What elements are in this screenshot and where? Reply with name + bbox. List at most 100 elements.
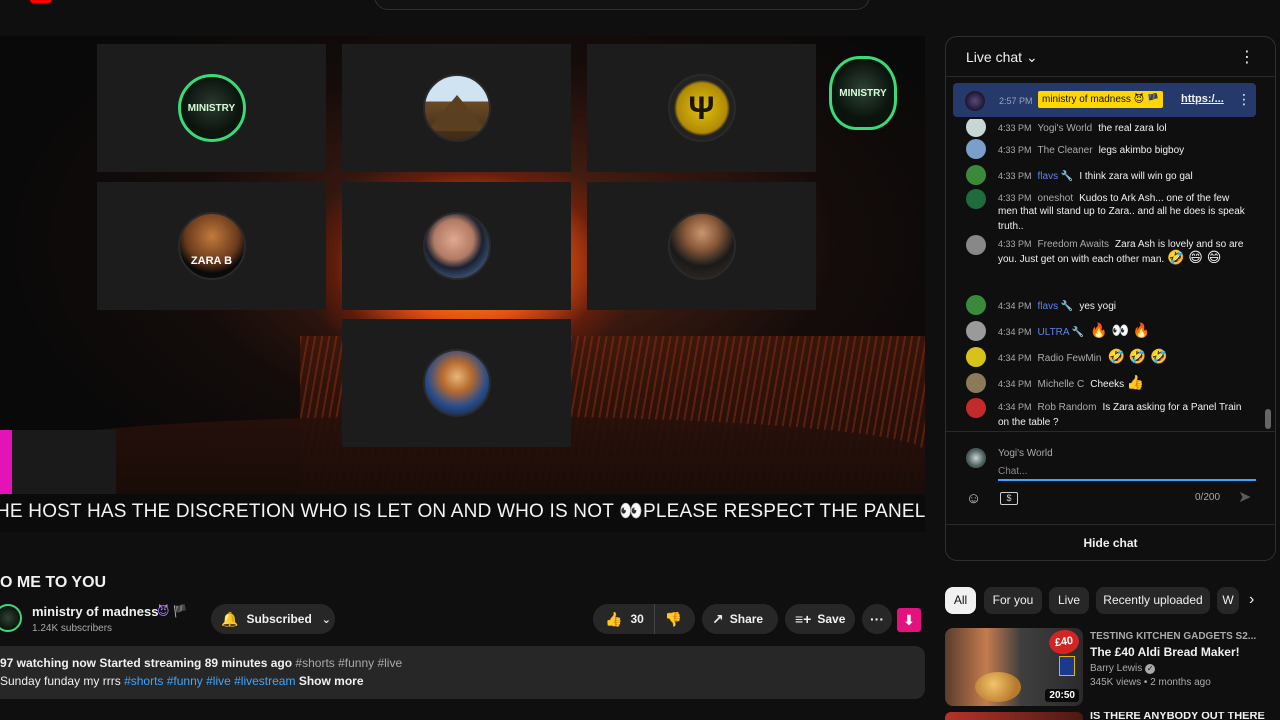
participant-avatar: Ψ bbox=[667, 74, 736, 142]
bell-icon: 🔔 bbox=[221, 610, 239, 627]
subscribed-button[interactable]: 🔔 Subscribed ⌄ bbox=[211, 604, 335, 634]
author-name: Barry Lewis bbox=[1090, 663, 1143, 674]
chat-message-body: 4:34 PM Rob Random Is Zara asking for a Pa… bbox=[998, 401, 1250, 429]
live-chat-panel: Live chat ⌄ ⋮ 2:57 PM ministry of madnes… bbox=[945, 36, 1276, 561]
hide-chat-button[interactable]: Hide chat bbox=[946, 524, 1275, 560]
chat-author[interactable]: Rob Random bbox=[1038, 402, 1097, 413]
subscriber-count: 1.24K subscribers bbox=[32, 623, 113, 634]
participant-tile bbox=[342, 182, 571, 310]
chat-input[interactable] bbox=[998, 463, 1256, 481]
description-box[interactable]: 97 watching now Started streaming 89 min… bbox=[0, 646, 925, 699]
chevron-right-icon[interactable]: › bbox=[1249, 591, 1254, 609]
chat-messages[interactable]: 4:33 PM Yogi's World the real zara lol 4:33… bbox=[946, 119, 1275, 431]
chat-author[interactable]: Michelle C bbox=[1038, 379, 1085, 390]
top-bar bbox=[0, 0, 1280, 12]
share-label: Share bbox=[729, 612, 764, 626]
participant-label: MINISTRY bbox=[187, 102, 236, 114]
chat-message-body: 4:33 PM The Cleaner legs akimbo bigboy bbox=[998, 142, 1250, 157]
send-icon[interactable]: ➤ bbox=[1238, 487, 1251, 507]
show-more-link[interactable]: Show more bbox=[299, 674, 364, 688]
video-title-link[interactable]: IS THERE ANYBODY OUT THERE bbox=[1090, 712, 1265, 720]
pinned-menu-icon[interactable]: ⋮ bbox=[1237, 91, 1251, 108]
pinned-message[interactable]: 2:57 PM ministry of madness 😈 🏴 https:/.… bbox=[953, 83, 1256, 117]
dislike-button[interactable]: 👎 bbox=[655, 611, 682, 628]
chat-author[interactable]: Freedom Awaits bbox=[1038, 239, 1110, 250]
chat-mode-dropdown[interactable]: Live chat ⌄ bbox=[966, 49, 1038, 66]
super-chat-icon[interactable]: $ bbox=[1000, 492, 1018, 505]
video-duration: 20:50 bbox=[1045, 689, 1079, 702]
chat-menu-icon[interactable]: ⋮ bbox=[1239, 47, 1255, 67]
chat-emoji: 👍 bbox=[1126, 374, 1145, 390]
like-count: 30 bbox=[630, 612, 644, 626]
chat-text: Cheeks bbox=[1090, 379, 1127, 390]
chevron-down-icon: ⌄ bbox=[1025, 49, 1038, 65]
chip-all[interactable]: All bbox=[945, 587, 976, 614]
pinned-author-badge: ministry of madness 😈 🏴 bbox=[1038, 91, 1164, 108]
video-player[interactable]: MINISTRY Ψ ZARA B MINISTRY bbox=[0, 36, 925, 530]
participant-avatar bbox=[667, 212, 736, 280]
chat-emoji: 🔥 👀 🔥 bbox=[1090, 322, 1151, 338]
chat-author[interactable]: flavs 🔧 bbox=[1038, 301, 1074, 312]
chat-author-avatar bbox=[966, 189, 986, 209]
playlist-add-icon: ≡+ bbox=[795, 611, 812, 627]
search-input[interactable] bbox=[374, 0, 870, 10]
channel-row: ministry of madness 😈 🏴 1.24K subscriber… bbox=[0, 602, 925, 636]
chip-for-you[interactable]: For you bbox=[984, 587, 1042, 614]
video-thumbnail[interactable] bbox=[945, 712, 1083, 720]
recommended-video[interactable]: £40 20:50 TESTING KITCHEN GADGETS S2... … bbox=[945, 628, 1280, 708]
chat-header: Live chat ⌄ ⋮ bbox=[946, 37, 1275, 77]
video-thumbnail[interactable]: £40 20:50 bbox=[945, 628, 1083, 706]
chat-author[interactable]: Radio FewMin bbox=[1038, 353, 1102, 364]
chat-author[interactable]: flavs 🔧 bbox=[1038, 171, 1074, 182]
more-actions-button[interactable]: ··· bbox=[862, 604, 892, 634]
video-meta: TESTING KITCHEN GADGETS S2... The £40 Al… bbox=[1090, 631, 1275, 688]
chat-time: 4:34 PM bbox=[998, 327, 1032, 337]
chat-author[interactable]: The Cleaner bbox=[1038, 145, 1093, 156]
channel-avatar[interactable] bbox=[0, 604, 22, 632]
participant-tile: Ψ bbox=[587, 44, 816, 172]
stats-text: 97 watching now Started streaming 89 min… bbox=[0, 656, 293, 670]
chat-author-avatar bbox=[966, 235, 986, 255]
chat-time: 4:34 PM bbox=[998, 301, 1032, 311]
participant-tile bbox=[342, 44, 571, 172]
chat-text: legs akimbo bigboy bbox=[1098, 145, 1185, 156]
channel-name[interactable]: ministry of madness bbox=[32, 604, 158, 619]
character-count: 0/200 bbox=[1195, 492, 1221, 503]
chat-message-body: 4:33 PM flavs 🔧 I think zara will win go g… bbox=[998, 168, 1250, 183]
chip-live[interactable]: Live bbox=[1049, 587, 1089, 614]
chat-author-avatar bbox=[966, 295, 986, 315]
save-button[interactable]: ≡+ Save bbox=[785, 604, 855, 634]
chat-author[interactable]: oneshot bbox=[1038, 193, 1074, 204]
chip-recently-uploaded[interactable]: Recently uploaded bbox=[1096, 587, 1210, 614]
chat-time: 4:33 PM bbox=[998, 239, 1032, 249]
recommended-video-next[interactable]: IS THERE ANYBODY OUT THERE bbox=[945, 712, 1280, 720]
chat-message-body: 4:34 PM ULTRA 🔧 🔥 👀 🔥 bbox=[998, 322, 1250, 339]
participant-avatar bbox=[422, 349, 491, 417]
chat-message-body: 4:34 PM flavs 🔧 yes yogi bbox=[998, 298, 1250, 313]
like-button[interactable]: 👍 30 bbox=[593, 604, 655, 634]
participant-avatar: MINISTRY bbox=[177, 74, 246, 142]
thumbs-down-icon: 👎 bbox=[664, 610, 683, 627]
ticker-text: HE HOST HAS THE DISCRETION WHO IS LET ON… bbox=[0, 501, 925, 522]
share-icon: ↗ bbox=[712, 610, 724, 627]
chevron-down-icon: ⌄ bbox=[321, 613, 332, 626]
chat-message-body: 4:33 PM Yogi's World the real zara lol bbox=[998, 120, 1250, 135]
youtube-logo-icon[interactable] bbox=[30, 0, 52, 3]
video-author[interactable]: Barry Lewis ✓ bbox=[1090, 663, 1275, 674]
download-extension-icon[interactable]: ⬇ bbox=[897, 608, 921, 632]
chat-scrollbar[interactable] bbox=[1265, 409, 1271, 429]
video-title-link[interactable]: The £40 Aldi Bread Maker! bbox=[1090, 645, 1275, 659]
share-button[interactable]: ↗ Share bbox=[702, 604, 778, 634]
chip-partial[interactable]: W bbox=[1217, 587, 1239, 614]
chat-author[interactable]: ULTRA 🔧 bbox=[1038, 327, 1085, 338]
chat-message-body: 4:34 PM Michelle C Cheeks 👍 bbox=[998, 374, 1250, 391]
chat-author-avatar bbox=[966, 373, 986, 393]
emoji-icon[interactable]: ☺ bbox=[966, 490, 981, 507]
chat-text: Is Zara asking for a Panel Train on the … bbox=[998, 402, 1242, 428]
chat-text: I think zara will win go gal bbox=[1079, 171, 1193, 182]
pinned-link[interactable]: https:/... bbox=[1181, 93, 1224, 105]
like-dislike-group: 👍 30 👎 bbox=[593, 604, 695, 634]
hashtag-links[interactable]: #shorts #funny #live #livestream bbox=[124, 674, 295, 688]
chat-time: 4:34 PM bbox=[998, 353, 1032, 363]
chat-author[interactable]: Yogi's World bbox=[1038, 123, 1093, 134]
